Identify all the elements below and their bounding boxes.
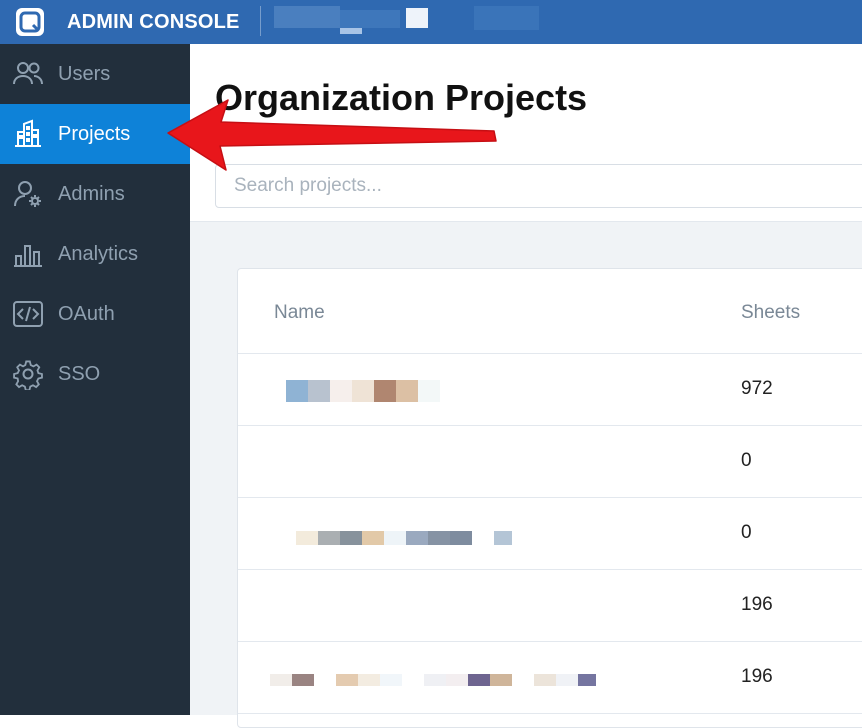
table-row[interactable]: 0 bbox=[238, 426, 862, 498]
bar-chart-icon bbox=[14, 245, 42, 267]
sidebar-item-label: Projects bbox=[58, 123, 131, 145]
sidebar-item-projects[interactable]: Projects bbox=[0, 104, 190, 164]
building-icon bbox=[15, 119, 41, 147]
gear-icon bbox=[13, 360, 43, 390]
table-row[interactable]: 0 bbox=[238, 498, 862, 570]
app-logo-icon[interactable] bbox=[16, 8, 44, 36]
sheets-count: 196 bbox=[741, 666, 773, 687]
app-title: ADMIN CONSOLE bbox=[67, 11, 240, 33]
user-gear-icon bbox=[14, 181, 41, 207]
users-icon bbox=[13, 62, 43, 85]
row-divider bbox=[238, 713, 862, 714]
table-row[interactable]: 196 bbox=[238, 570, 862, 642]
sidebar-item-sso[interactable]: SSO bbox=[0, 344, 190, 404]
sidebar-item-oauth[interactable]: OAuth bbox=[0, 284, 190, 344]
top-bar: ADMIN CONSOLE bbox=[0, 0, 862, 44]
sidebar-item-label: Users bbox=[58, 63, 111, 85]
sidebar-item-label: Admins bbox=[58, 183, 125, 205]
code-icon bbox=[13, 301, 43, 327]
sheets-count: 0 bbox=[741, 450, 752, 471]
sidebar-item-label: OAuth bbox=[58, 303, 115, 325]
redacted-project-name bbox=[270, 674, 600, 686]
topbar-divider bbox=[260, 6, 261, 36]
sidebar-item-label: Analytics bbox=[58, 243, 139, 265]
page-title: Organization Projects bbox=[215, 77, 588, 118]
redacted-project-name bbox=[286, 380, 446, 402]
table-row[interactable]: 972 bbox=[238, 354, 862, 426]
main-content: Organization Projects Name Sheets 972 0 bbox=[190, 44, 862, 728]
page-header: Organization Projects bbox=[190, 44, 862, 222]
sheets-count: 196 bbox=[741, 594, 773, 615]
sheets-count: 972 bbox=[741, 378, 773, 399]
redacted-project-name bbox=[296, 531, 516, 545]
projects-table: Name Sheets 972 0 0 196 196 bbox=[237, 268, 862, 728]
sidebar-item-label: SSO bbox=[58, 363, 101, 385]
redacted-header-info bbox=[274, 6, 539, 36]
sidebar-item-users[interactable]: Users bbox=[0, 44, 190, 104]
sheets-count: 0 bbox=[741, 522, 752, 543]
column-header-name[interactable]: Name bbox=[274, 302, 325, 324]
sidebar-item-admins[interactable]: Admins bbox=[0, 164, 190, 224]
search-input[interactable] bbox=[215, 164, 862, 208]
sidebar: Users Projects Admins Analytics OAuth SS… bbox=[0, 44, 190, 715]
sidebar-item-analytics[interactable]: Analytics bbox=[0, 224, 190, 284]
table-row[interactable]: 196 bbox=[238, 642, 862, 714]
column-header-sheets[interactable]: Sheets bbox=[741, 302, 800, 324]
